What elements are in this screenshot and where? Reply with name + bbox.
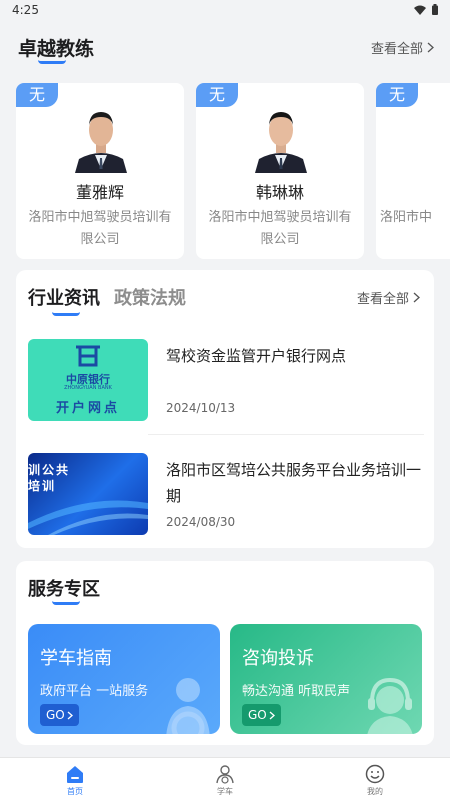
coaches-header: 卓越教练 查看全部 [16, 32, 434, 72]
news-view-all-label: 查看全部 [356, 292, 409, 307]
news-tab-underline [52, 312, 80, 316]
home-icon [67, 766, 83, 783]
bottom-tab-bar: 首页 学车 我的 [0, 757, 450, 800]
coach-badge: 无 [16, 83, 58, 107]
chevron-right-icon [67, 711, 73, 719]
news-thumbnail: 中原银行 ZHONGYUAN BANK 开户网点 [28, 339, 148, 421]
driving-guide-card[interactable]: 学车指南 政府平台 一站服务 GO [28, 624, 220, 734]
news-divider [148, 434, 424, 435]
news-date: 2024/10/13 [166, 401, 236, 415]
go-button[interactable]: GO [242, 704, 281, 726]
coaches-title-underline [38, 60, 66, 64]
coach-badge: 无 [196, 83, 238, 107]
coach-photo [255, 112, 307, 173]
go-button[interactable]: GO [40, 704, 79, 726]
news-view-all-link[interactable]: 查看全部 [357, 288, 420, 307]
go-label: GO [46, 708, 65, 722]
coach-carousel[interactable]: 无 董雅辉 洛阳市中旭驾驶员培训有限公司 无 韩琳琳 洛阳市中旭驾驶员培训有限公… [16, 83, 450, 259]
tab-mine[interactable]: 我的 [300, 758, 450, 800]
tab-industry-news[interactable]: 行业资讯 [28, 284, 100, 310]
services-title-underline [52, 601, 80, 605]
tab-label: 首页 [67, 787, 83, 796]
service-subtitle: 畅达沟通 听取民声 [242, 684, 351, 699]
smiley-icon [365, 764, 385, 784]
service-title: 咨询投诉 [242, 648, 314, 669]
status-bar: 4:25 [0, 0, 450, 22]
service-title: 学车指南 [40, 648, 112, 669]
coach-school: 洛阳市中旭驾驶员培训有限公司 [28, 210, 172, 247]
services-title: 服务专区 [28, 579, 100, 600]
learner-icon [216, 765, 234, 784]
chevron-right-icon [427, 42, 434, 53]
tab-label: 学车 [217, 787, 233, 796]
tab-label: 我的 [367, 787, 383, 796]
coach-card[interactable]: 无 董雅辉 洛阳市中旭驾驶员培训有限公司 [16, 83, 184, 259]
thumb-line2: 培训 [28, 479, 57, 493]
coach-card[interactable]: 无 韩琳琳 洛阳市中旭驾驶员培训有限公司 [196, 83, 364, 259]
coach-school: 洛阳市中旭驾驶员培训有限公司 [208, 210, 352, 247]
news-title: 驾校资金监管开户银行网点 [166, 347, 347, 365]
news-title: 洛阳市区驾培公共服务平台业务培训一期 [166, 461, 422, 505]
news-tabs: 行业资讯 政策法规 [28, 284, 186, 310]
coach-badge: 无 [376, 83, 418, 107]
service-subtitle: 政府平台 一站服务 [40, 684, 149, 699]
thumb-brand-en: ZHONGYUAN BANK [64, 385, 112, 391]
news-item[interactable]: 中原银行 ZHONGYUAN BANK 开户网点 驾校资金监管开户银行网点 20… [28, 339, 424, 425]
services-panel: 服务专区 学车指南 政府平台 一站服务 GO 咨询投诉 畅达沟通 听取民声 GO [16, 561, 434, 745]
coaches-view-all-link[interactable]: 查看全部 [371, 38, 434, 57]
thumb-caption: 开户网点 [55, 401, 120, 416]
coaches-title: 卓越教练 [18, 38, 95, 60]
coaches-view-all-label: 查看全部 [370, 42, 423, 57]
status-icons [414, 4, 438, 15]
status-time: 4:25 [12, 3, 39, 17]
driver-icon [166, 678, 210, 734]
headset-icon [367, 677, 413, 734]
tab-home[interactable]: 首页 [0, 758, 150, 800]
coach-photo [75, 112, 127, 173]
news-panel: 行业资讯 政策法规 查看全部 中原银行 ZHONGYUAN BANK 开户网点 … [16, 270, 434, 548]
news-date: 2024/08/30 [166, 515, 236, 529]
chevron-right-icon [413, 292, 420, 303]
coach-name: 韩琳琳 [255, 183, 304, 202]
coach-school: 洛阳市中 [380, 210, 433, 225]
coach-card[interactable]: 无 洛阳市中 [376, 83, 450, 259]
coach-name: 董雅辉 [75, 183, 124, 202]
consult-complaint-card[interactable]: 咨询投诉 畅达沟通 听取民声 GO [230, 624, 422, 734]
news-thumbnail: 训公共 培训 [28, 453, 148, 535]
tab-policy[interactable]: 政策法规 [114, 284, 186, 310]
thumb-line1: 训公共 [28, 463, 71, 477]
battery-icon [432, 4, 438, 15]
news-item[interactable]: 训公共 培训 洛阳市区驾培公共服务平台业务培训一期 2024/08/30 [28, 453, 424, 539]
wifi-icon [414, 5, 426, 15]
tab-learn-driving[interactable]: 学车 [150, 758, 300, 800]
chevron-right-icon [269, 711, 275, 719]
go-label: GO [248, 708, 267, 722]
